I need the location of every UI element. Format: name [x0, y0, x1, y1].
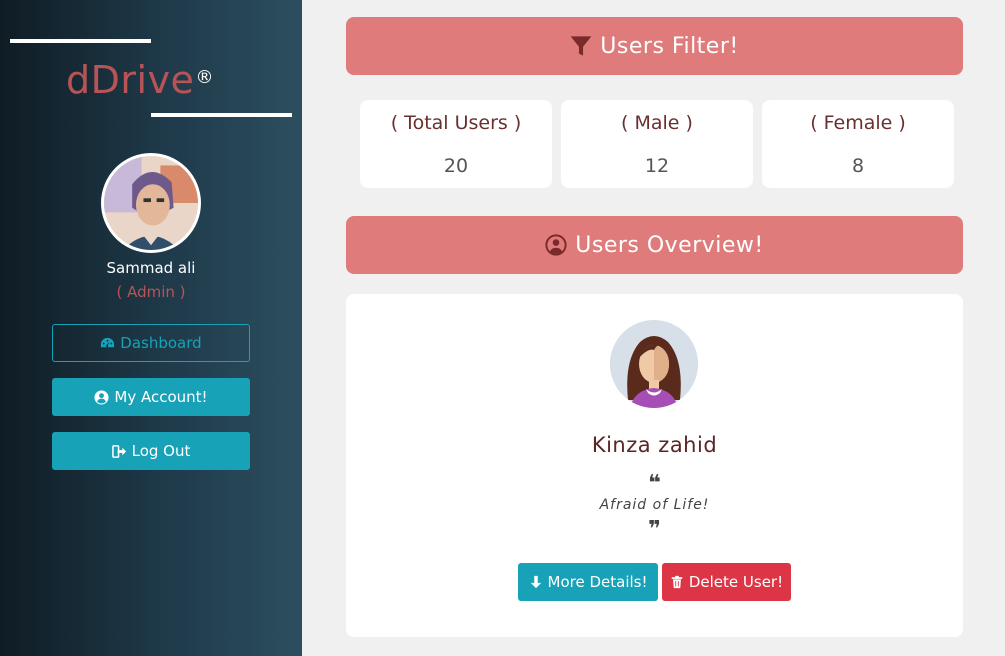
- trash-icon: [671, 575, 683, 589]
- users-overview-title: Users Overview!: [575, 232, 764, 258]
- profile-avatar: [101, 153, 201, 253]
- users-overview-header: Users Overview!: [346, 216, 963, 274]
- delete-user-button[interactable]: Delete User!: [662, 563, 791, 601]
- dashboard-label: Dashboard: [120, 334, 202, 352]
- quote-open-icon: ❝: [648, 471, 661, 496]
- user-avatar: [610, 320, 698, 408]
- user-card: Kinza zahid ❝ Afraid of Life! ❞ More Det…: [346, 294, 963, 637]
- profile-role: ( Admin ): [116, 283, 186, 301]
- stat-value: 20: [443, 155, 469, 177]
- users-filter-title: Users Filter!: [600, 33, 739, 59]
- delete-user-label: Delete User!: [688, 573, 784, 591]
- filter-icon: [570, 36, 592, 56]
- user-bio: Afraid of Life!: [599, 497, 710, 513]
- stat-label: ( Male ): [621, 112, 693, 134]
- stat-value: 8: [851, 155, 865, 177]
- logo-divider-bottom: [151, 113, 292, 117]
- stat-card-female: ( Female ) 8: [762, 100, 954, 188]
- logout-button[interactable]: Log Out: [52, 432, 250, 470]
- stat-label: ( Total Users ): [390, 112, 522, 134]
- profile-name: Sammad ali: [106, 259, 196, 277]
- user-circle-icon: [545, 234, 567, 256]
- my-account-button[interactable]: My Account!: [52, 378, 250, 416]
- dashboard-icon: [101, 337, 115, 347]
- sign-out-icon: [111, 444, 126, 458]
- stat-card-male: ( Male ) 12: [561, 100, 753, 188]
- user-name: Kinza zahid: [591, 433, 718, 457]
- registered-mark: ®: [195, 67, 214, 88]
- arrow-down-icon: [530, 575, 541, 589]
- stat-label: ( Female ): [810, 112, 906, 134]
- my-account-label: My Account!: [114, 388, 208, 406]
- more-details-label: More Details!: [547, 573, 648, 591]
- user-circle-icon: [94, 389, 109, 405]
- quote-close-icon: ❞: [648, 517, 661, 542]
- stat-card-total-users: ( Total Users ) 20: [360, 100, 552, 188]
- logout-label: Log Out: [131, 442, 191, 460]
- dashboard-button[interactable]: Dashboard: [52, 324, 250, 362]
- sidebar: dDrive® Sammad ali ( Admin ) Dashboard M…: [0, 0, 302, 656]
- logo-divider-top: [10, 39, 151, 43]
- stat-value: 12: [644, 155, 670, 177]
- users-filter-header: Users Filter!: [346, 17, 963, 75]
- brand-logo[interactable]: dDrive®: [66, 58, 214, 102]
- more-details-button[interactable]: More Details!: [518, 563, 658, 601]
